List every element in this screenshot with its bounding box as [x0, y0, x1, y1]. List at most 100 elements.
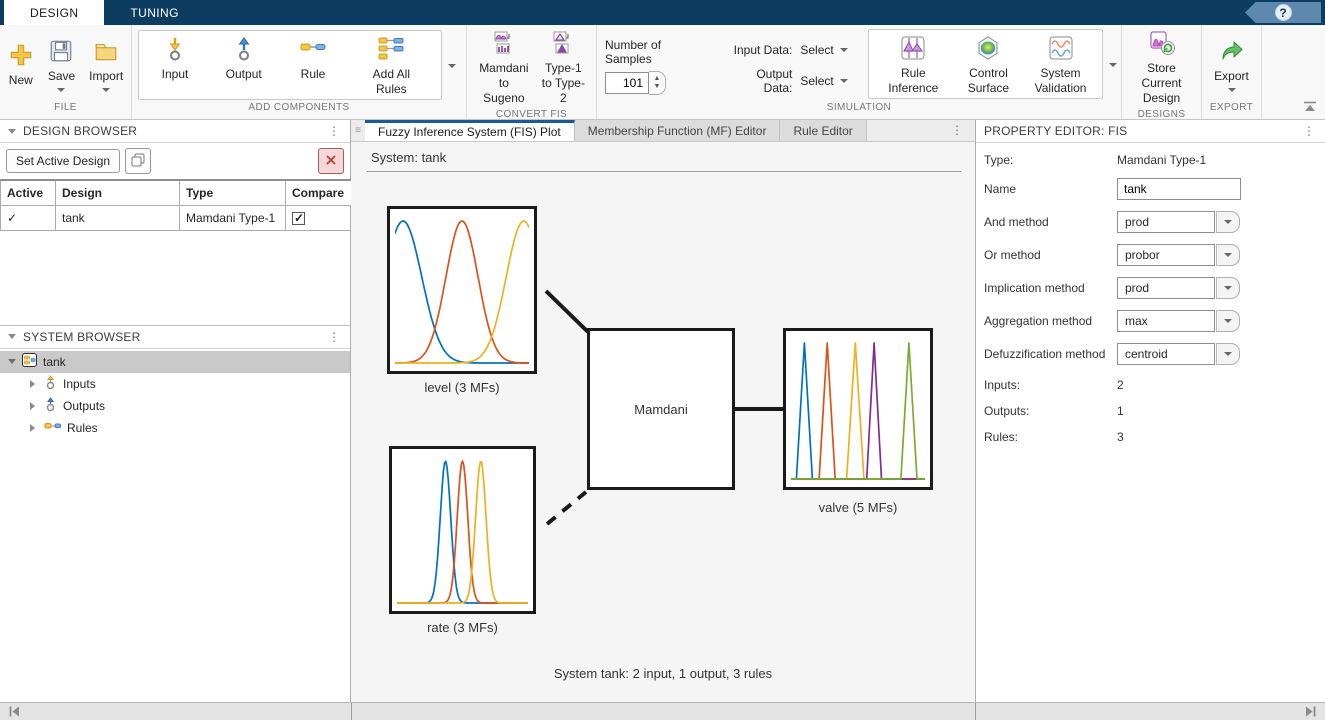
store-current-design-button[interactable]: Store Current Design — [1128, 27, 1195, 109]
document-menu-icon[interactable]: ⋮ — [949, 124, 965, 136]
valve-mf-plot — [791, 336, 925, 482]
tree-item-tank[interactable]: tank — [0, 351, 350, 373]
design-type-cell: Mamdani Type-1 — [180, 205, 286, 230]
expander-icon[interactable] — [30, 380, 38, 388]
import-dropdown-caret[interactable] — [102, 88, 110, 92]
add-all-rules-icon — [377, 36, 405, 65]
mamdani-to-sugeno-icon — [491, 30, 517, 59]
col-header-type[interactable]: Type — [180, 180, 286, 205]
help-banner: ? — [1245, 2, 1321, 23]
col-header-compare[interactable]: Compare — [286, 180, 352, 205]
tab-fis-plot[interactable]: Fuzzy Inference System (FIS) Plot — [365, 120, 575, 141]
output-valve-node[interactable] — [783, 328, 933, 490]
aggregation-method-label: Aggregation method — [984, 314, 1117, 328]
copy-icon — [131, 153, 145, 170]
inference-node-label: Mamdani — [634, 402, 687, 417]
system-validation-icon — [1048, 35, 1074, 64]
bottom-bar — [0, 702, 1325, 720]
add-output-button[interactable]: Output — [221, 33, 267, 97]
expander-icon[interactable] — [30, 424, 38, 432]
aggregation-method-dropdown[interactable]: max — [1117, 310, 1240, 332]
inference-node[interactable]: Mamdani — [587, 328, 735, 490]
tab-tuning[interactable]: TUNING — [104, 0, 204, 25]
expander-icon[interactable] — [30, 402, 38, 410]
new-button[interactable]: New — [3, 39, 39, 91]
collapse-left-panel-icon[interactable] — [8, 705, 21, 720]
set-active-design-button[interactable]: Set Active Design — [6, 149, 120, 173]
delete-design-button[interactable] — [318, 148, 344, 174]
new-icon — [8, 42, 34, 71]
defuzzification-method-dropdown[interactable]: centroid — [1117, 343, 1240, 365]
simulation-gallery-caret[interactable] — [1105, 61, 1121, 67]
design-browser-menu-icon[interactable]: ⋮ — [326, 125, 342, 137]
type1-to-type2-button[interactable]: Type-1 to Type-2 — [537, 27, 590, 109]
level-node-label: level (3 MFs) — [387, 380, 537, 395]
col-header-active[interactable]: Active — [1, 180, 56, 205]
system-browser-collapse-icon[interactable] — [8, 334, 16, 339]
export-dropdown-caret[interactable] — [1228, 88, 1236, 92]
add-all-rules-button[interactable]: Add All Rules — [359, 33, 423, 97]
section-file: New Save Import FILE — [0, 25, 132, 119]
section-convert-fis: Mamdani to Sugeno Type-1 to Type-2 CONVE… — [467, 25, 597, 119]
output-icon — [233, 36, 255, 65]
add-components-gallery-caret[interactable] — [444, 62, 460, 68]
save-dropdown-caret[interactable] — [57, 88, 65, 92]
rules-icon — [44, 420, 61, 435]
collapse-toolstrip-icon[interactable] — [1303, 101, 1317, 115]
tab-mf-editor[interactable]: Membership Function (MF) Editor — [575, 120, 781, 141]
output-data-select[interactable]: Select — [800, 74, 847, 88]
input-rate-node[interactable] — [389, 446, 536, 614]
defuzzification-method-label: Defuzzification method — [984, 347, 1117, 361]
or-method-dropdown[interactable]: probor — [1117, 244, 1240, 266]
or-method-label: Or method — [984, 248, 1117, 262]
outputs-icon — [44, 397, 57, 415]
name-field[interactable] — [1117, 178, 1241, 200]
toolstrip: New Save Import FILE — [0, 25, 1325, 120]
implication-method-dropdown[interactable]: prod — [1117, 277, 1240, 299]
input-data-select[interactable]: Select — [800, 43, 847, 57]
control-surface-icon — [975, 35, 1001, 64]
system-browser-menu-icon[interactable]: ⋮ — [326, 331, 342, 343]
main-panel: ≡ Fuzzy Inference System (FIS) Plot Memb… — [351, 120, 976, 702]
fuzzy-logic-designer-window: DESIGN TUNING ? New Save Import — [0, 0, 1325, 720]
design-browser-collapse-icon[interactable] — [8, 129, 16, 134]
number-of-samples-input[interactable] — [605, 72, 649, 94]
outputs-count-label: Outputs: — [984, 404, 1117, 418]
control-surface-button[interactable]: Control Surface — [959, 32, 1017, 96]
expander-icon[interactable] — [8, 359, 16, 364]
system-validation-button[interactable]: System Validation — [1029, 32, 1093, 96]
valve-node-label: valve (5 MFs) — [783, 500, 933, 515]
samples-stepper[interactable]: ▲▼ — [649, 71, 666, 95]
tab-rule-editor[interactable]: Rule Editor — [780, 120, 866, 141]
and-method-dropdown[interactable]: prod — [1117, 211, 1240, 233]
add-input-button[interactable]: Input — [157, 33, 194, 97]
property-editor-menu-icon[interactable]: ⋮ — [1301, 125, 1317, 137]
design-browser-header: DESIGN BROWSER ⋮ — [0, 120, 350, 143]
save-button[interactable]: Save — [43, 35, 80, 95]
collapse-right-panel-icon[interactable] — [1304, 705, 1317, 720]
fis-icon — [22, 353, 37, 370]
col-header-design[interactable]: Design — [56, 180, 180, 205]
help-icon[interactable]: ? — [1275, 4, 1292, 21]
design-name-cell[interactable]: tank — [56, 205, 180, 230]
tree-item-rules[interactable]: Rules — [0, 417, 350, 439]
export-button[interactable]: Export — [1209, 35, 1254, 95]
duplicate-design-button[interactable] — [125, 148, 151, 174]
compare-checkbox[interactable] — [292, 212, 305, 225]
tree-item-outputs[interactable]: Outputs — [0, 395, 350, 417]
tree-item-inputs[interactable]: Inputs — [0, 373, 350, 395]
rate-mf-plot — [397, 454, 528, 606]
inputs-icon — [44, 375, 57, 393]
output-data-label: Output Data: — [726, 67, 793, 95]
add-rule-button[interactable]: Rule — [294, 33, 332, 97]
mamdani-to-sugeno-button[interactable]: Mamdani to Sugeno — [473, 27, 535, 109]
tab-design[interactable]: DESIGN — [4, 0, 104, 25]
rule-inference-button[interactable]: Rule Inference — [878, 32, 948, 96]
rule-inference-icon — [900, 35, 926, 64]
splitter-grip-icon[interactable]: ≡ — [351, 120, 365, 141]
section-simulation: Number of Samples ▲▼ Input Data: Select … — [597, 25, 1122, 119]
import-button[interactable]: Import — [84, 35, 128, 95]
table-row[interactable]: ✓ tank Mamdani Type-1 — [1, 205, 352, 230]
input-level-node[interactable] — [387, 206, 537, 374]
system-summary-caption: System tank: 2 input, 1 output, 3 rules — [351, 666, 975, 681]
